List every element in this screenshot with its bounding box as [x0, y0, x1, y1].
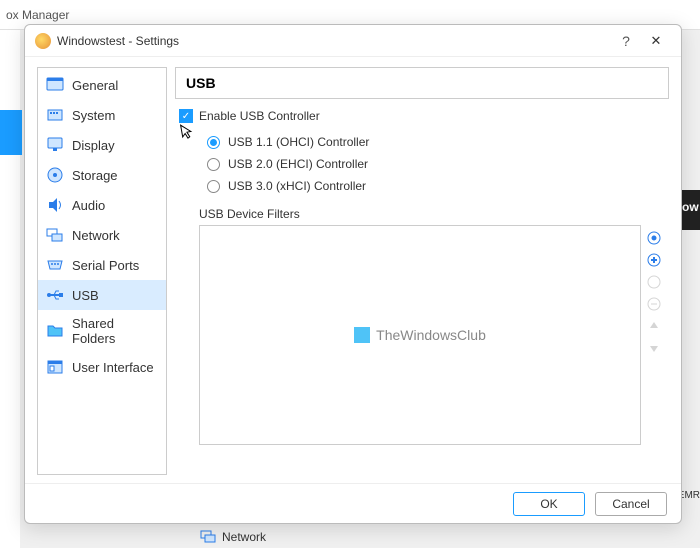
parent-network-label: Network: [222, 530, 266, 544]
sidebar-item-user-interface[interactable]: User Interface: [38, 352, 166, 382]
main-panel: USB ✓ Enable USB Controller USB 1.1 (OHC…: [175, 67, 669, 475]
usb-icon: [46, 286, 64, 304]
radio-usb20[interactable]: USB 2.0 (EHCI) Controller: [207, 153, 665, 175]
enable-usb-checkbox[interactable]: ✓: [179, 109, 193, 123]
watermark: TheWindowsClub: [354, 327, 486, 343]
radio-button[interactable]: [207, 180, 220, 193]
app-icon: [35, 33, 51, 49]
move-filter-down-button[interactable]: [645, 339, 663, 357]
usb-filters-area: TheWindowsClub: [199, 225, 665, 445]
sidebar-item-storage[interactable]: Storage: [38, 160, 166, 190]
sidebar-item-label: Network: [72, 228, 120, 243]
radio-label: USB 3.0 (xHCI) Controller: [228, 179, 366, 193]
network-icon: [200, 528, 216, 547]
audio-icon: [46, 196, 64, 214]
serial-ports-icon: [46, 256, 64, 274]
system-icon: [46, 106, 64, 124]
move-filter-up-button[interactable]: [645, 317, 663, 335]
sidebar-item-system[interactable]: System: [38, 100, 166, 130]
panel-header: USB: [175, 67, 669, 99]
radio-usb30[interactable]: USB 3.0 (xHCI) Controller: [207, 175, 665, 197]
watermark-icon: [354, 327, 370, 343]
sidebar-item-label: Shared Folders: [72, 316, 158, 346]
parent-selection-sliver: [0, 110, 22, 155]
enable-usb-row[interactable]: ✓ Enable USB Controller: [179, 109, 665, 123]
sidebar-item-shared-folders[interactable]: Shared Folders: [38, 310, 166, 352]
network-icon: [46, 226, 64, 244]
mouse-cursor-icon: [179, 122, 196, 143]
sidebar-item-audio[interactable]: Audio: [38, 190, 166, 220]
radio-button[interactable]: [207, 158, 220, 171]
remove-filter-button[interactable]: [645, 295, 663, 313]
sidebar-item-display[interactable]: Display: [38, 130, 166, 160]
ok-button[interactable]: OK: [513, 492, 585, 516]
usb-filters-list[interactable]: TheWindowsClub: [199, 225, 641, 445]
panel-content: ✓ Enable USB Controller USB 1.1 (OHCI) C…: [175, 99, 669, 475]
usb-filter-buttons: [645, 225, 665, 445]
dialog-body: General System Display Storage Audio Net…: [25, 57, 681, 483]
general-icon: [46, 76, 64, 94]
sidebar-item-label: System: [72, 108, 115, 123]
edit-filter-button[interactable]: [645, 273, 663, 291]
user-interface-icon: [46, 358, 64, 376]
sidebar-item-usb[interactable]: USB: [38, 280, 166, 310]
add-filter-from-device-button[interactable]: [645, 251, 663, 269]
titlebar: Windowstest - Settings ? ✕: [25, 25, 681, 57]
radio-label: USB 1.1 (OHCI) Controller: [228, 135, 369, 149]
radio-usb11[interactable]: USB 1.1 (OHCI) Controller: [207, 131, 665, 153]
sidebar-item-network[interactable]: Network: [38, 220, 166, 250]
sidebar-item-label: User Interface: [72, 360, 154, 375]
close-button[interactable]: ✕: [641, 33, 671, 49]
radio-label: USB 2.0 (EHCI) Controller: [228, 157, 368, 171]
settings-dialog: Windowstest - Settings ? ✕ General Syste…: [24, 24, 682, 524]
dialog-footer: OK Cancel: [25, 483, 681, 523]
add-empty-filter-button[interactable]: [645, 229, 663, 247]
watermark-text: TheWindowsClub: [376, 327, 486, 343]
sidebar-item-label: General: [72, 78, 118, 93]
radio-button[interactable]: [207, 136, 220, 149]
sidebar-item-label: USB: [72, 288, 99, 303]
shared-folders-icon: [46, 322, 64, 340]
sidebar-item-general[interactable]: General: [38, 70, 166, 100]
usb-filters-label: USB Device Filters: [199, 207, 665, 221]
sidebar-item-label: Display: [72, 138, 115, 153]
sidebar-item-label: Storage: [72, 168, 118, 183]
usb-controller-radio-group: USB 1.1 (OHCI) Controller USB 2.0 (EHCI)…: [207, 131, 665, 197]
parent-right-sliver: ow: [680, 190, 700, 230]
enable-usb-label: Enable USB Controller: [199, 109, 320, 123]
sidebar-item-label: Serial Ports: [72, 258, 139, 273]
dialog-title: Windowstest - Settings: [57, 34, 611, 48]
help-button[interactable]: ?: [611, 33, 641, 49]
storage-icon: [46, 166, 64, 184]
sidebar-item-serial-ports[interactable]: Serial Ports: [38, 250, 166, 280]
parent-network-row: Network: [200, 526, 266, 548]
cancel-button[interactable]: Cancel: [595, 492, 667, 516]
settings-sidebar: General System Display Storage Audio Net…: [37, 67, 167, 475]
display-icon: [46, 136, 64, 154]
parent-sidebar-sliver: [0, 30, 20, 548]
sidebar-item-label: Audio: [72, 198, 105, 213]
